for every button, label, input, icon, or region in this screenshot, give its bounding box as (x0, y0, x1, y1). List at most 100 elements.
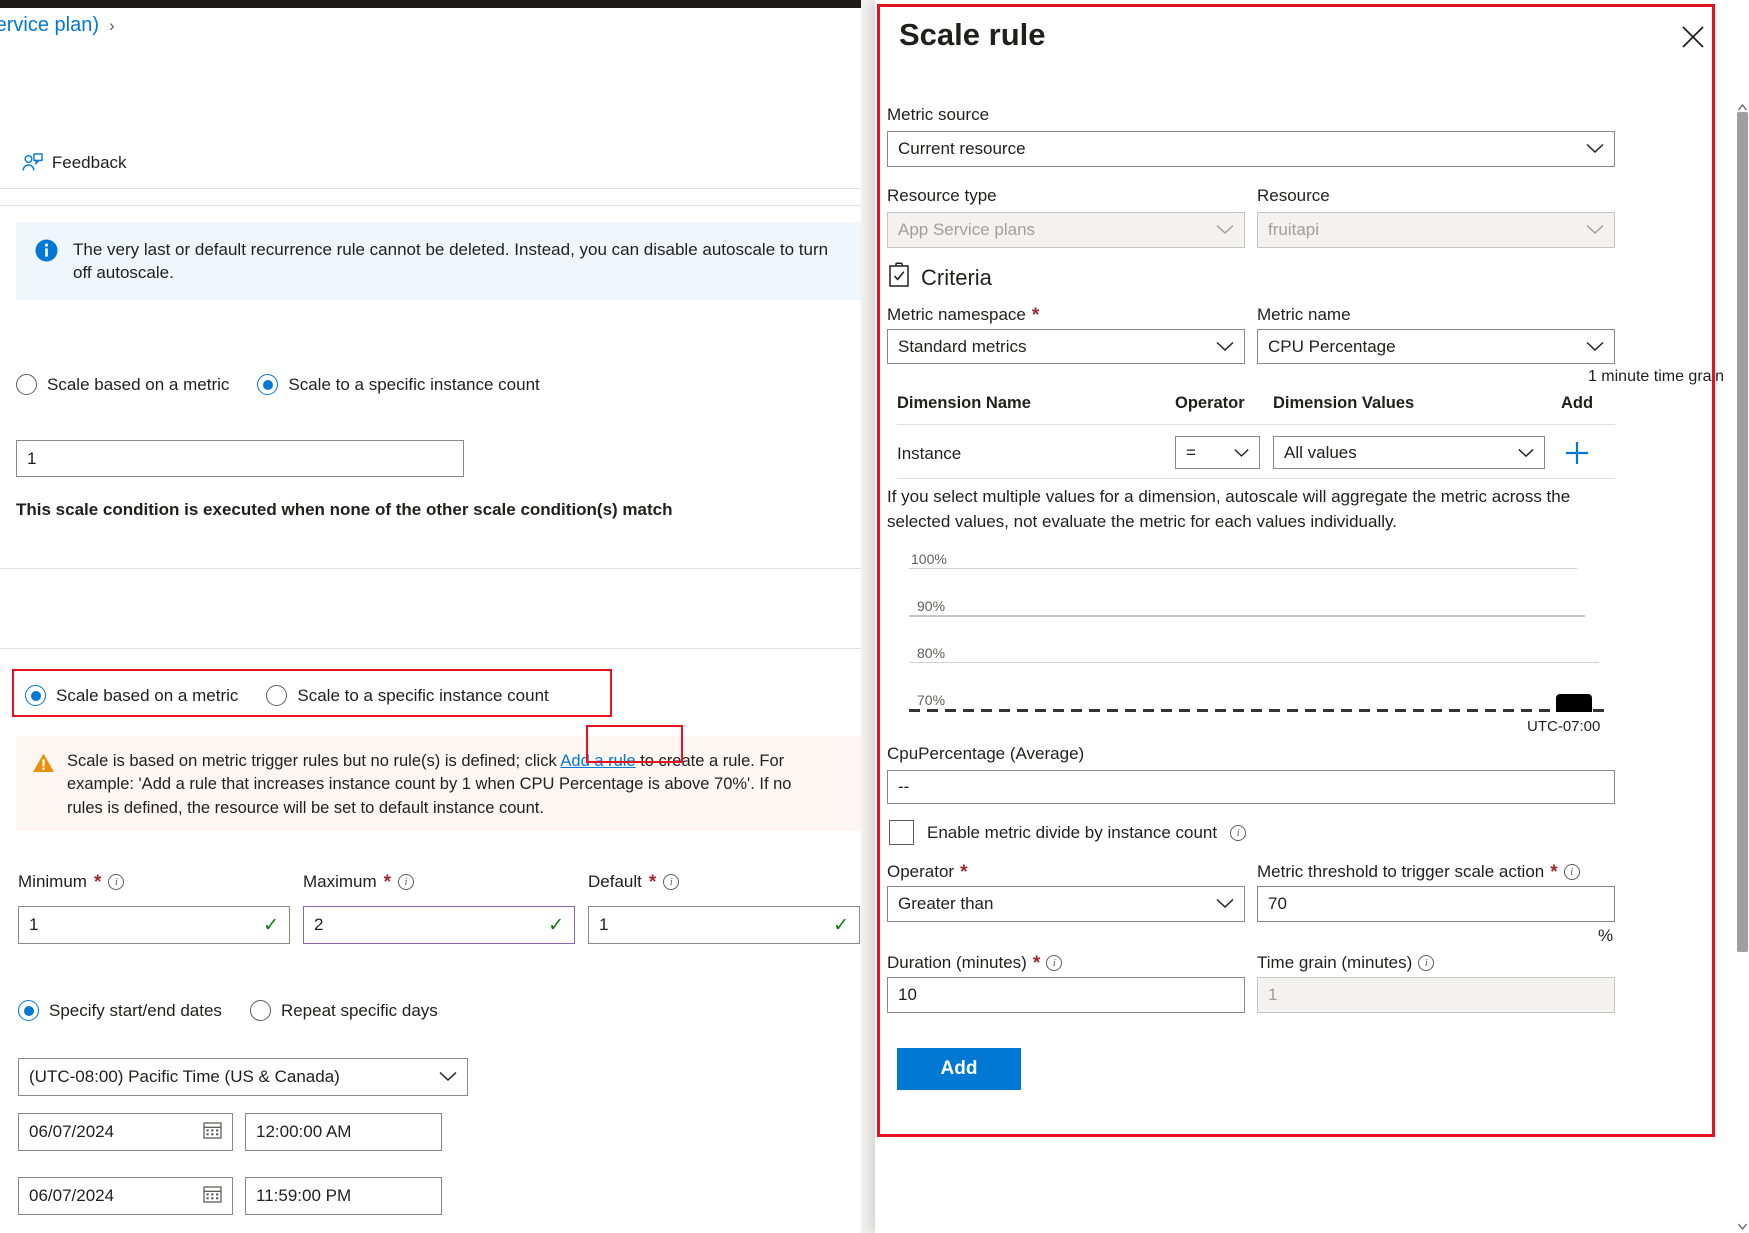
timezone-value: (UTC-08:00) Pacific Time (US & Canada) (29, 1067, 340, 1086)
info-icon-minimum[interactable]: i (108, 874, 125, 890)
duration-label: Duration (minutes) (887, 953, 1027, 972)
default-condition-note: This scale condition is executed when no… (16, 500, 673, 519)
start-date-input[interactable]: 06/07/2024 (18, 1113, 233, 1151)
timezone-select[interactable]: (UTC-08:00) Pacific Time (US & Canada) (18, 1058, 468, 1096)
calendar-icon[interactable] (203, 1120, 222, 1144)
default-input[interactable]: 1 ✓ (588, 906, 860, 944)
threshold-unit: % (1598, 926, 1614, 945)
end-time-input[interactable]: 11:59:00 PM (245, 1177, 442, 1215)
minimum-value: 1 (29, 915, 39, 934)
warning-banner: Scale is based on metric trigger rules b… (16, 736, 875, 831)
radio-specify-dates[interactable] (18, 1000, 39, 1021)
maximum-input[interactable]: 2 ✓ (303, 906, 575, 944)
cpu-preview-label: CpuPercentage (Average) (887, 744, 1085, 763)
dimension-operator-value: = (1186, 442, 1196, 462)
scroll-down-arrow-icon[interactable] (1735, 1219, 1749, 1233)
calendar-icon[interactable] (203, 1184, 222, 1208)
resource-select[interactable]: fruitapi (1257, 212, 1615, 248)
resource-type-select[interactable]: App Service plans (887, 212, 1245, 248)
time-grain-label-group: Time grain (minutes) i (1257, 953, 1435, 973)
chart-threshold-line (909, 709, 1605, 712)
required-asterisk: * (1550, 861, 1558, 883)
info-icon-duration[interactable]: i (1046, 955, 1063, 971)
metric-namespace-select[interactable]: Standard metrics (887, 329, 1245, 364)
info-icon-threshold[interactable]: i (1563, 864, 1580, 880)
chevron-down-icon (439, 1067, 457, 1087)
command-feedback-label: Feedback (51, 153, 127, 172)
radio-repeat-days[interactable] (249, 1000, 271, 1021)
panel-scrollbar-thumb[interactable] (1737, 112, 1748, 952)
minimum-input[interactable]: 1 ✓ (18, 906, 290, 944)
valid-check-icon-maximum: ✓ (548, 914, 564, 936)
resource-type-value: App Service plans (898, 220, 1036, 239)
default-condition-radiogroup: Scale based on a metric Scale to a speci… (16, 374, 540, 395)
chevron-down-icon (1586, 337, 1604, 357)
app-root: le out (App Service plan) › Logs Feedback… (0, 0, 1749, 1233)
chart-timezone-label: UTC-07:00 (1527, 718, 1601, 735)
maximum-label-group: Maximum * i (303, 872, 415, 892)
radio-scale-instance-count-label: Scale to a specific instance count (297, 685, 549, 705)
info-icon-default[interactable]: i (663, 874, 680, 890)
resource-type-label: Resource type (887, 186, 997, 205)
command-feedback[interactable]: Feedback (21, 152, 127, 174)
duration-input[interactable]: 10 (887, 977, 1245, 1013)
required-asterisk: * (1032, 952, 1041, 974)
info-banner-text: The very last or default recurrence rule… (73, 240, 829, 283)
info-icon-enable-divide[interactable]: i (1230, 824, 1247, 841)
default-label: Default (588, 872, 642, 891)
end-date-input[interactable]: 06/07/2024 (18, 1177, 233, 1215)
chart-ytick-70: 70% (917, 692, 946, 708)
operator-select[interactable]: Greater than (887, 886, 1245, 922)
dimension-operator-select[interactable]: = (1175, 436, 1260, 469)
chevron-down-icon (1216, 220, 1234, 240)
blade-edge-shadow (861, 0, 875, 1233)
default-instance-count-input[interactable]: 1 (16, 440, 464, 477)
command-bar: Logs Feedback (0, 152, 127, 174)
metric-name-select[interactable]: CPU Percentage (1257, 329, 1615, 364)
maximum-label: Maximum (303, 872, 377, 891)
dimension-values-value: All values (1284, 442, 1357, 462)
cpu-preview-value: -- (898, 777, 910, 796)
dimension-values-select[interactable]: All values (1273, 436, 1545, 469)
metric-namespace-label: Metric namespace (887, 305, 1026, 324)
required-asterisk: * (1031, 304, 1040, 326)
autoscale-blade: le out (App Service plan) › Logs Feedback… (0, 0, 875, 1233)
dimension-help-text: If you select multiple values for a dime… (887, 487, 1571, 531)
radio-scale-instance-count-default[interactable] (257, 374, 279, 395)
plus-icon[interactable] (1561, 436, 1593, 469)
warning-text-before: Scale is based on metric trigger rules b… (67, 752, 561, 770)
info-icon-maximum[interactable]: i (398, 874, 415, 890)
start-time-input[interactable]: 12:00:00 AM (245, 1113, 442, 1151)
dimension-table-header-name: Dimension Name (897, 394, 1031, 412)
minimum-label-group: Minimum * i (18, 872, 125, 892)
add-button[interactable]: Add (897, 1048, 1021, 1090)
metric-namespace-value: Standard metrics (898, 336, 1027, 356)
add-a-rule-link[interactable]: Add a rule (560, 752, 635, 770)
radio-scale-by-metric-default[interactable] (16, 374, 37, 395)
operator-value: Greater than (898, 894, 994, 913)
metric-condition-radiogroup: Scale based on a metric Scale to a speci… (25, 685, 549, 706)
close-icon[interactable] (1676, 20, 1710, 54)
duration-value: 10 (898, 985, 917, 1004)
radio-scale-by-metric[interactable] (25, 685, 46, 706)
time-grain-input: 1 (1257, 977, 1615, 1013)
default-instance-count-value: 1 (27, 448, 37, 468)
breadcrumb: le out (App Service plan) › (0, 14, 115, 37)
required-asterisk: * (648, 871, 657, 893)
radio-scale-instance-count[interactable] (266, 685, 288, 706)
feedback-icon (21, 152, 43, 174)
start-time-value: 12:00:00 AM (256, 1122, 352, 1141)
divider-top (0, 188, 875, 189)
enable-divide-checkbox[interactable] (889, 820, 914, 845)
top-chrome-strip (0, 0, 875, 8)
threshold-input[interactable]: 70 (1257, 886, 1615, 922)
warning-icon (32, 752, 55, 817)
duration-label-group: Duration (minutes) * i (887, 952, 1063, 974)
chevron-down-icon (1518, 443, 1534, 463)
breadcrumb-link[interactable]: le out (App Service plan) (0, 14, 99, 36)
metric-source-select[interactable]: Current resource (887, 131, 1615, 167)
dimension-table-divider (897, 424, 1615, 425)
enable-divide-row: Enable metric divide by instance count i (889, 820, 1247, 845)
info-icon-time-grain[interactable]: i (1418, 955, 1435, 971)
threshold-label: Metric threshold to trigger scale action (1257, 862, 1545, 881)
